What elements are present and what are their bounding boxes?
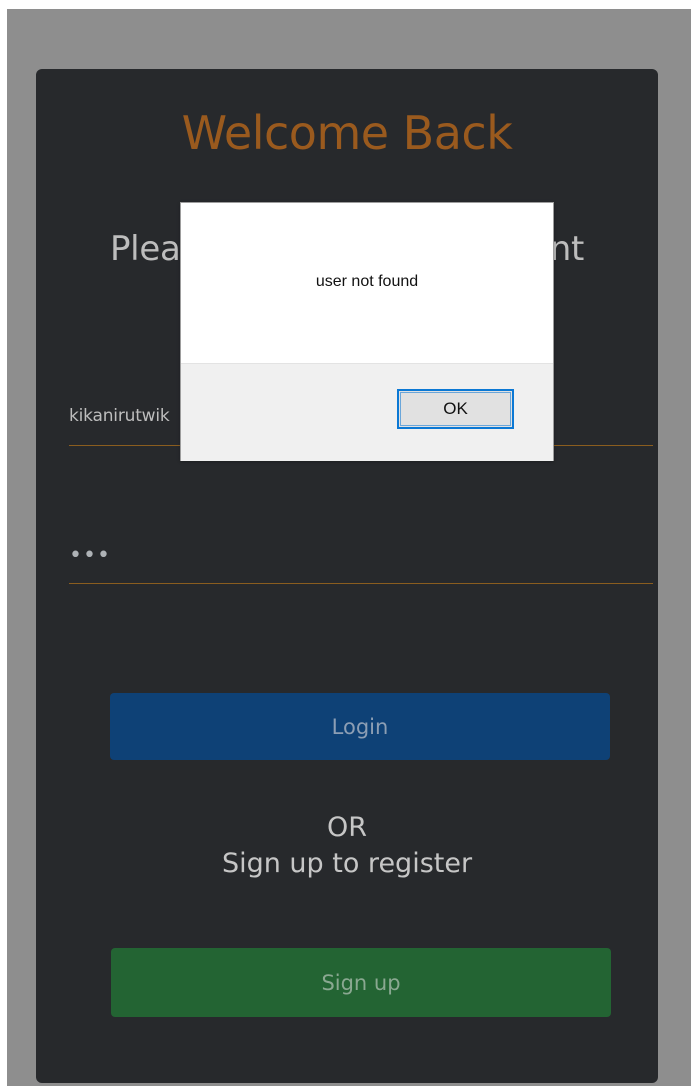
ok-button[interactable]: OK xyxy=(397,389,514,429)
password-field[interactable] xyxy=(69,527,653,584)
register-prompt-text: Sign up to register xyxy=(221,848,473,879)
alert-message: user not found xyxy=(315,273,419,290)
login-button[interactable]: Login xyxy=(110,693,610,760)
password-input[interactable] xyxy=(69,527,653,583)
alert-dialog: user not found OK xyxy=(180,202,554,461)
register-prompt: OR Sign up to register xyxy=(36,810,658,882)
signup-button[interactable]: Sign up xyxy=(111,948,611,1017)
alert-dialog-body: user not found xyxy=(181,203,553,363)
or-divider-text: OR xyxy=(326,812,367,843)
page-background: Welcome Back Please login to your accoun… xyxy=(7,9,691,1086)
welcome-heading: Welcome Back xyxy=(181,106,513,160)
alert-dialog-footer: OK xyxy=(181,363,553,461)
